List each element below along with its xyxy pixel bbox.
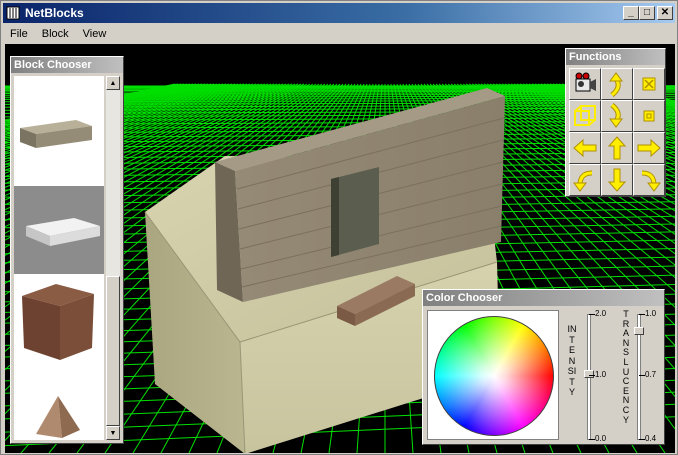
arrow-down-icon: ▼ [109, 429, 117, 437]
intensity-max: 2.0 [595, 309, 607, 318]
translucency-thumb[interactable] [634, 327, 644, 335]
title-bar[interactable]: NetBlocks _ □ ✕ [3, 3, 675, 23]
app-window: NetBlocks _ □ ✕ File Block View Block Ch… [0, 0, 678, 455]
translucency-mid: 0.7 [645, 370, 657, 379]
minimize-icon: _ [628, 7, 634, 18]
translucency-max: 1.0 [645, 309, 657, 318]
curved-arrow-down-icon [609, 103, 623, 128]
color-chooser-panel: Color Chooser INTENSITY 2.0 1.0 0.0 TRAN… [422, 289, 665, 445]
block-option-beam[interactable] [14, 76, 104, 164]
move-up-button[interactable] [601, 132, 633, 164]
maximize-icon: □ [643, 7, 651, 18]
intensity-mid: 1.0 [595, 370, 607, 379]
functions-grid [569, 68, 665, 196]
menu-file[interactable]: File [3, 28, 35, 40]
block-chooser-panel: Block Chooser ▲ ▼ [10, 56, 124, 444]
rotate-down-button[interactable] [601, 100, 633, 132]
translucency-label: TRANSLUCENCY [622, 309, 630, 425]
close-icon: ✕ [660, 7, 670, 18]
app-icon [6, 6, 20, 20]
block-list [14, 76, 104, 440]
scroll-down-button[interactable]: ▼ [106, 426, 120, 440]
color-wheel[interactable] [434, 316, 554, 436]
intensity-thumb[interactable] [584, 370, 594, 378]
menu-view[interactable]: View [76, 28, 114, 40]
turn-right-button[interactable] [633, 164, 665, 196]
functions-title[interactable]: Functions [566, 49, 665, 65]
camera-button[interactable] [569, 68, 601, 100]
turn-left-icon [573, 170, 593, 192]
functions-panel: Functions [565, 48, 666, 197]
turn-left-button[interactable] [569, 164, 601, 196]
move-down-button[interactable] [601, 164, 633, 196]
curved-arrow-up-icon [609, 72, 623, 97]
block-list-scrollbar[interactable]: ▲ ▼ [106, 76, 120, 440]
turn-right-icon [641, 170, 661, 192]
select-block-button[interactable] [633, 100, 665, 132]
view-cube-button[interactable] [569, 100, 601, 132]
intensity-min: 0.0 [595, 434, 607, 443]
move-left-button[interactable] [569, 132, 601, 164]
arrow-right-icon [637, 138, 661, 158]
minimize-button[interactable]: _ [623, 6, 639, 20]
arrow-left-icon [573, 138, 597, 158]
menu-block[interactable]: Block [35, 28, 76, 40]
scroll-thumb[interactable] [106, 276, 120, 426]
close-button[interactable]: ✕ [657, 6, 673, 20]
delete-block-button[interactable] [633, 68, 665, 100]
rotate-up-button[interactable] [601, 68, 633, 100]
window-title: NetBlocks [25, 6, 84, 20]
block-option-slab[interactable] [14, 186, 104, 274]
menu-bar: File Block View [3, 24, 675, 43]
block-option-pyramid[interactable] [14, 366, 104, 440]
scroll-up-button[interactable]: ▲ [106, 76, 120, 90]
color-wheel-frame [427, 310, 559, 440]
move-right-button[interactable] [633, 132, 665, 164]
maximize-button[interactable]: □ [639, 6, 655, 20]
arrow-up-icon [607, 136, 627, 160]
arrow-down-icon [607, 168, 627, 192]
block-chooser-title[interactable]: Block Chooser [11, 57, 123, 73]
arrow-up-icon: ▲ [109, 79, 117, 87]
delete-icon [642, 77, 656, 91]
block-option-cube[interactable] [14, 276, 104, 364]
translucency-min: 0.4 [645, 434, 657, 443]
cube-icon [574, 105, 596, 126]
intensity-label: INTENSITY [567, 324, 577, 397]
small-square-icon [643, 110, 655, 122]
camera-icon [575, 72, 596, 92]
color-chooser-title[interactable]: Color Chooser [423, 290, 664, 306]
